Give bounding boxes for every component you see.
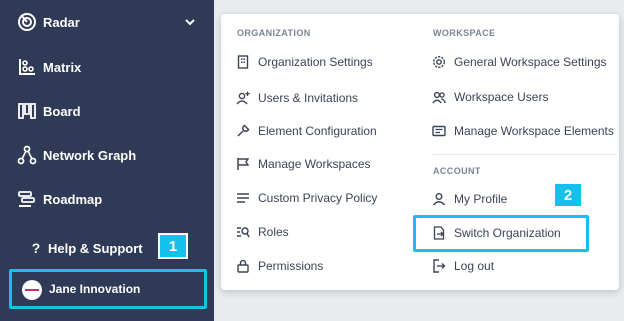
sidebar: Radar Matrix Board Network Graph Roadmap… bbox=[0, 0, 214, 321]
lines-icon bbox=[235, 190, 251, 206]
menu-item-my-profile[interactable]: My Profile bbox=[431, 188, 507, 210]
network-graph-icon bbox=[17, 145, 37, 165]
menu-item-manage-workspaces[interactable]: Manage Workspaces bbox=[235, 153, 371, 175]
section-title-account: ACCOUNT bbox=[433, 166, 481, 176]
menu-item-permissions[interactable]: Permissions bbox=[235, 255, 323, 277]
sidebar-item-matrix[interactable]: Matrix bbox=[0, 51, 214, 83]
menu-item-label: General Workspace Settings bbox=[454, 55, 607, 69]
menu-item-roles[interactable]: Roles bbox=[235, 221, 289, 243]
menu-item-workspace-users[interactable]: Workspace Users bbox=[431, 86, 548, 108]
sidebar-item-label: Network Graph bbox=[43, 147, 137, 163]
menu-item-users-invitations[interactable]: Users & Invitations bbox=[235, 87, 358, 109]
step-badge-1: 1 bbox=[158, 233, 188, 259]
user-plus-icon bbox=[235, 90, 251, 106]
user-name: Jane Innovation bbox=[49, 282, 141, 296]
radar-icon bbox=[17, 12, 37, 32]
menu-item-label: Organization Settings bbox=[258, 55, 373, 69]
question-icon: ? bbox=[31, 240, 41, 256]
sidebar-item-label: Matrix bbox=[43, 59, 82, 75]
chevron-down-icon[interactable] bbox=[182, 14, 198, 30]
menu-item-log-out[interactable]: Log out bbox=[431, 255, 494, 277]
roles-icon bbox=[235, 224, 251, 240]
logout-icon bbox=[431, 258, 447, 274]
sidebar-item-board[interactable]: Board bbox=[0, 95, 214, 127]
gear-icon bbox=[431, 54, 447, 70]
board-icon bbox=[17, 101, 37, 121]
user-icon bbox=[431, 191, 447, 207]
menu-item-manage-workspace-elements[interactable]: Manage Workspace Elements bbox=[431, 120, 614, 142]
section-title-organization: ORGANIZATION bbox=[237, 28, 311, 38]
switch-organization-highlight bbox=[413, 215, 589, 252]
menu-item-custom-privacy-policy[interactable]: Custom Privacy Policy bbox=[235, 187, 377, 209]
menu-item-label: Manage Workspaces bbox=[258, 157, 371, 171]
help-label: Help & Support bbox=[48, 240, 143, 256]
sidebar-item-roadmap[interactable]: Roadmap bbox=[0, 183, 214, 215]
menu-item-general-workspace-settings[interactable]: General Workspace Settings bbox=[431, 51, 607, 73]
avatar bbox=[22, 280, 42, 300]
lock-icon bbox=[235, 258, 251, 274]
menu-item-label: Workspace Users bbox=[454, 90, 549, 104]
step-badge-2: 2 bbox=[553, 182, 583, 208]
wrench-icon bbox=[235, 123, 251, 139]
menu-item-label: Log out bbox=[454, 259, 495, 273]
flag-icon bbox=[235, 156, 251, 172]
menu-item-label: Manage Workspace Elements bbox=[454, 124, 614, 138]
sidebar-item-radar[interactable]: Radar bbox=[0, 6, 214, 38]
divider bbox=[433, 154, 617, 155]
building-icon bbox=[235, 54, 251, 70]
menu-item-label: Custom Privacy Policy bbox=[258, 191, 378, 205]
sidebar-item-label: Board bbox=[43, 103, 81, 119]
sidebar-item-label: Roadmap bbox=[43, 191, 103, 207]
roadmap-icon bbox=[17, 189, 37, 209]
menu-item-label: Permissions bbox=[258, 259, 324, 273]
users-icon bbox=[431, 89, 447, 105]
menu-item-organization-settings[interactable]: Organization Settings bbox=[235, 51, 373, 73]
menu-item-label: Element Configuration bbox=[258, 124, 377, 138]
matrix-icon bbox=[17, 57, 37, 77]
sidebar-item-label: Radar bbox=[43, 14, 80, 30]
card-icon bbox=[431, 123, 447, 139]
menu-item-label: Users & Invitations bbox=[258, 91, 359, 105]
section-title-workspace: WORKSPACE bbox=[433, 28, 496, 38]
menu-item-element-configuration[interactable]: Element Configuration bbox=[235, 120, 377, 142]
menu-item-label: Roles bbox=[258, 225, 289, 239]
menu-item-label: My Profile bbox=[454, 192, 508, 206]
user-menu-button[interactable]: Jane Innovation bbox=[9, 269, 207, 309]
sidebar-item-network-graph[interactable]: Network Graph bbox=[0, 139, 214, 171]
